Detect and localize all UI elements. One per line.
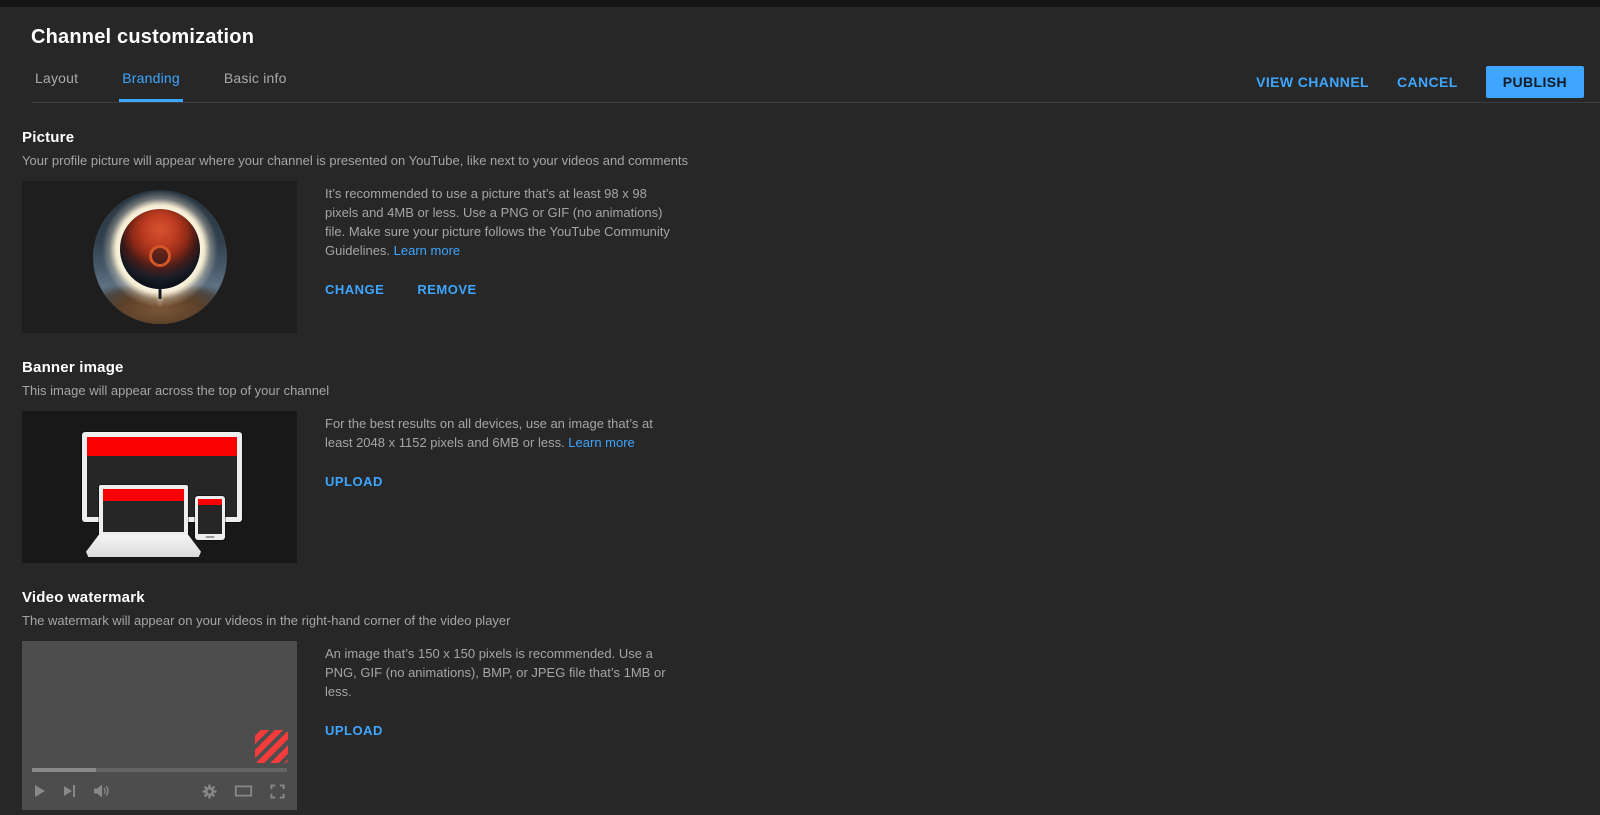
player-progress-fill: [32, 768, 96, 772]
watermark-player-preview: [22, 641, 297, 810]
picture-description: Your profile picture will appear where y…: [22, 153, 689, 168]
window-top-strip: [0, 0, 1600, 7]
profile-picture-image: [92, 190, 227, 324]
section-watermark: Video watermark The watermark will appea…: [22, 589, 1600, 810]
cancel-button[interactable]: CANCEL: [1397, 74, 1458, 90]
settings-icon: [202, 783, 217, 799]
player-video-area: [22, 641, 297, 768]
watermark-heading: Video watermark: [22, 589, 145, 606]
fullscreen-icon: [270, 783, 285, 799]
theater-icon: [234, 784, 253, 798]
picture-side-column: It’s recommended to use a picture that’s…: [325, 181, 677, 299]
tab-basic-info[interactable]: Basic info: [221, 70, 290, 102]
watermark-description: The watermark will appear on your videos…: [22, 613, 511, 628]
tab-branding[interactable]: Branding: [119, 70, 183, 102]
page-title: Channel customization: [31, 26, 255, 48]
banner-laptop-base: [86, 535, 201, 557]
banner-laptop-illustration: [99, 485, 188, 535]
view-channel-button[interactable]: VIEW CHANNEL: [1256, 74, 1369, 90]
tab-layout[interactable]: Layout: [32, 70, 81, 102]
avatar-figure-silhouette: [158, 284, 161, 299]
page-header: Channel customization Layout Branding Ba…: [0, 7, 1600, 103]
upload-banner-button[interactable]: UPLOAD: [325, 472, 383, 491]
header-actions: VIEW CHANNEL CANCEL PUBLISH: [1256, 66, 1584, 98]
remove-picture-button[interactable]: REMOVE: [417, 280, 476, 299]
upload-watermark-button[interactable]: UPLOAD: [325, 721, 383, 740]
watermark-side-column: An image that’s 150 x 150 pixels is reco…: [325, 641, 677, 740]
player-controls: [22, 772, 297, 810]
publish-button[interactable]: PUBLISH: [1485, 66, 1584, 98]
banner-image-preview: [22, 411, 297, 563]
banner-heading: Banner image: [22, 359, 124, 376]
watermark-image: [255, 730, 288, 763]
avatar-inner-ring: [148, 244, 171, 267]
picture-info-text: It’s recommended to use a picture that’s…: [325, 186, 670, 258]
profile-picture-preview: [22, 181, 297, 333]
picture-heading: Picture: [22, 129, 75, 146]
watermark-info-text: An image that’s 150 x 150 pixels is reco…: [325, 646, 666, 699]
section-banner: Banner image This image will appear acro…: [22, 359, 1600, 563]
play-icon: [34, 784, 46, 798]
content: Picture Your profile picture will appear…: [0, 103, 1600, 810]
banner-phone-illustration: [195, 496, 225, 540]
volume-icon: [93, 784, 110, 798]
change-picture-button[interactable]: CHANGE: [325, 280, 384, 299]
next-icon: [63, 784, 76, 798]
banner-learn-more-link[interactable]: Learn more: [568, 435, 634, 450]
banner-description: This image will appear across the top of…: [22, 383, 330, 398]
player-progress-bar: [32, 768, 287, 772]
section-picture: Picture Your profile picture will appear…: [22, 129, 1600, 333]
banner-side-column: For the best results on all devices, use…: [325, 411, 677, 491]
picture-learn-more-link[interactable]: Learn more: [394, 243, 460, 258]
